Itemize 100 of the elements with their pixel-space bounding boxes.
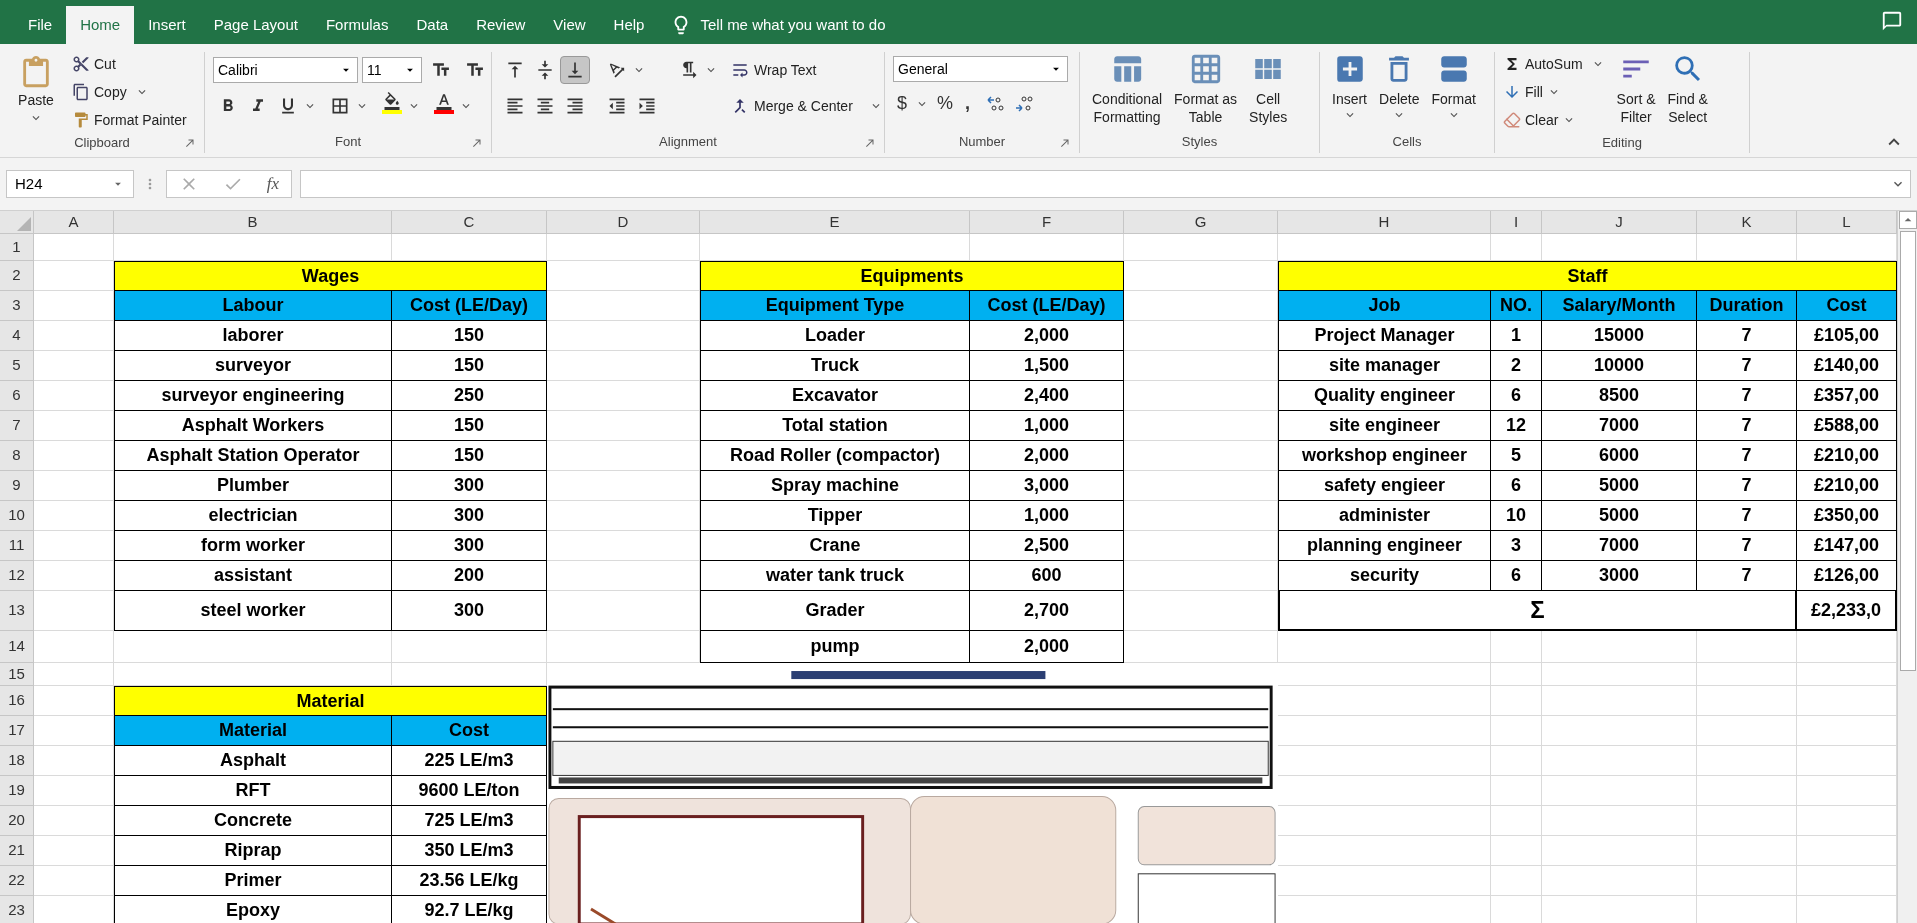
ribbon-tab[interactable]: Page Layout — [199, 6, 312, 44]
table-cell: 300 — [392, 591, 547, 631]
name-box[interactable]: H24 — [6, 170, 134, 198]
fill-button[interactable]: Fill — [1503, 80, 1605, 104]
sort-filter-button[interactable]: Sort & Filter — [1616, 52, 1656, 132]
autosum-button[interactable]: AutoSum — [1503, 52, 1605, 76]
cells-button[interactable]: Insert — [1328, 52, 1371, 131]
table-cell: 23.56 LE/kg — [392, 866, 547, 896]
dialog-launcher-icon[interactable] — [471, 137, 483, 149]
row-heading[interactable]: 6 — [0, 381, 34, 411]
row-heading[interactable]: 7 — [0, 411, 34, 441]
ribbon-tab[interactable]: Data — [402, 6, 463, 44]
table-cell: 7000 — [1542, 411, 1697, 441]
ribbon-tab[interactable]: Review — [462, 6, 540, 44]
row-heading[interactable]: 13 — [0, 591, 34, 631]
column-heading[interactable]: E — [700, 211, 970, 234]
cut-button[interactable]: Cut — [72, 52, 187, 76]
ribbon-tab[interactable]: View — [539, 6, 600, 44]
styles-button[interactable]: Cell Styles — [1245, 52, 1292, 131]
row-heading[interactable]: 15 — [0, 663, 34, 686]
paint-bucket-icon — [383, 92, 401, 110]
formula-input[interactable] — [300, 170, 1911, 198]
dialog-launcher-icon[interactable] — [184, 137, 196, 149]
cells-button[interactable]: Delete — [1375, 52, 1424, 131]
comma-button[interactable]: , — [961, 90, 975, 117]
cells-button[interactable]: Format — [1427, 52, 1480, 131]
column-heading[interactable]: K — [1697, 211, 1797, 234]
column-heading[interactable]: F — [970, 211, 1124, 234]
styles-button[interactable]: Format as Table — [1170, 52, 1242, 131]
align-button[interactable] — [560, 56, 590, 84]
vertical-scrollbar[interactable] — [1897, 211, 1917, 923]
ribbon-tab[interactable]: Formulas — [311, 6, 403, 44]
row-heading[interactable]: 12 — [0, 561, 34, 591]
ribbon-tab[interactable]: File — [14, 6, 67, 44]
row-heading[interactable]: 8 — [0, 441, 34, 471]
table-title: Staff — [1278, 261, 1897, 291]
column-heading[interactable]: D — [547, 211, 700, 234]
currency-button[interactable]: $ — [893, 90, 911, 117]
find-select-button[interactable]: Find & Select — [1667, 52, 1708, 132]
scroll-thumb[interactable] — [1899, 231, 1916, 671]
ribbon-tab[interactable]: Home — [66, 6, 135, 44]
table-cell: £105,00 — [1797, 321, 1897, 351]
font-name-field[interactable]: Calibri — [213, 57, 358, 83]
column-heading[interactable]: H — [1278, 211, 1491, 234]
column-heading[interactable]: G — [1124, 211, 1278, 234]
insert-function-button[interactable]: fx — [266, 171, 280, 197]
table-cell: planning engineer — [1278, 531, 1491, 561]
font-size-field[interactable]: 11 — [362, 57, 422, 83]
row-heading[interactable]: 14 — [0, 631, 34, 663]
table-cell: 250 — [392, 381, 547, 411]
format-painter-button[interactable]: Format Painter — [72, 108, 187, 132]
tell-me-search[interactable]: Tell me what you want to do — [670, 6, 886, 44]
table-cell: Road Roller (compactor) — [700, 441, 970, 471]
percent-button[interactable]: % — [933, 90, 958, 117]
row-heading[interactable]: 4 — [0, 321, 34, 351]
row-heading[interactable]: 17 — [0, 716, 34, 746]
merge-center-button[interactable]: Merge & Center — [730, 92, 883, 120]
column-heading[interactable]: J — [1542, 211, 1697, 234]
row-heading[interactable]: 22 — [0, 866, 34, 896]
table-cell: RFT — [114, 776, 392, 806]
clear-button[interactable]: Clear — [1503, 108, 1605, 132]
row-heading[interactable]: 18 — [0, 746, 34, 776]
row-heading[interactable]: 10 — [0, 501, 34, 531]
row-heading[interactable]: 23 — [0, 896, 34, 923]
table-cell: laborer — [114, 321, 392, 351]
row-heading[interactable]: 21 — [0, 836, 34, 866]
column-heading[interactable]: A — [34, 211, 114, 234]
table-cell: Grader — [700, 591, 970, 631]
column-header: Equipment Type — [700, 291, 970, 321]
dialog-launcher-icon[interactable] — [1059, 137, 1071, 149]
column-header: Cost (LE/Day) — [392, 291, 547, 321]
styles-button[interactable]: Conditional Formatting — [1088, 52, 1167, 131]
row-heading[interactable]: 20 — [0, 806, 34, 836]
table-cell: 150 — [392, 321, 547, 351]
ribbon-tab[interactable]: Help — [599, 6, 659, 44]
column-heading[interactable]: B — [114, 211, 392, 234]
row-heading[interactable]: 11 — [0, 531, 34, 561]
table-title: Material — [114, 686, 547, 716]
row-heading[interactable]: 5 — [0, 351, 34, 381]
paste-button[interactable]: Paste — [8, 52, 64, 132]
dialog-launcher-icon[interactable] — [864, 137, 876, 149]
table-cell: 300 — [392, 501, 547, 531]
row-heading[interactable]: 2 — [0, 261, 34, 291]
row-heading[interactable]: 19 — [0, 776, 34, 806]
column-heading[interactable]: I — [1491, 211, 1542, 234]
group-label: Editing — [1602, 133, 1642, 152]
row-heading[interactable]: 3 — [0, 291, 34, 321]
comments-icon[interactable] — [1881, 10, 1903, 32]
copy-button[interactable]: Copy — [72, 80, 187, 104]
row-heading[interactable]: 1 — [0, 234, 34, 261]
wrap-text-button[interactable]: Wrap Text — [730, 56, 883, 84]
row-heading[interactable]: 9 — [0, 471, 34, 501]
number-format-field[interactable]: General — [893, 56, 1068, 82]
ribbon-tab[interactable]: Insert — [134, 6, 200, 44]
scroll-up-icon[interactable] — [1898, 211, 1917, 229]
row-heading[interactable]: 16 — [0, 686, 34, 716]
select-all-corner[interactable] — [0, 211, 34, 234]
column-heading[interactable]: C — [392, 211, 547, 234]
table-title: Wages — [114, 261, 547, 291]
column-heading[interactable]: L — [1797, 211, 1897, 234]
